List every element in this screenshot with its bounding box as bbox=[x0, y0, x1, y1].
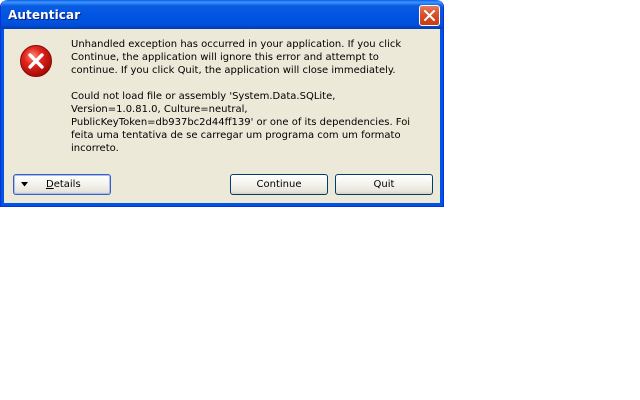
window-border-left bbox=[1, 29, 4, 206]
message-paragraph-2: Could not load file or assembly 'System.… bbox=[71, 91, 411, 154]
window-title: Autenticar bbox=[8, 8, 81, 22]
error-message: Unhandled exception has occurred in your… bbox=[71, 38, 421, 168]
close-button[interactable] bbox=[419, 5, 440, 26]
title-bar[interactable]: Autenticar bbox=[1, 0, 443, 29]
quit-button[interactable]: Quit bbox=[335, 174, 433, 195]
error-icon bbox=[20, 45, 52, 77]
details-button-label: Details bbox=[46, 179, 81, 190]
close-icon bbox=[424, 10, 435, 21]
quit-button-label: Quit bbox=[373, 179, 395, 190]
details-button[interactable]: Details bbox=[13, 174, 111, 195]
window-border-right bbox=[440, 29, 443, 206]
continue-button[interactable]: Continue bbox=[230, 174, 328, 195]
message-paragraph-1: Unhandled exception has occurred in your… bbox=[71, 39, 402, 76]
window-border-bottom bbox=[1, 203, 443, 206]
continue-button-label: Continue bbox=[256, 179, 302, 190]
triangle-down-icon bbox=[21, 182, 28, 187]
error-dialog: Autenticar Unhandled exception has occur… bbox=[0, 0, 444, 207]
